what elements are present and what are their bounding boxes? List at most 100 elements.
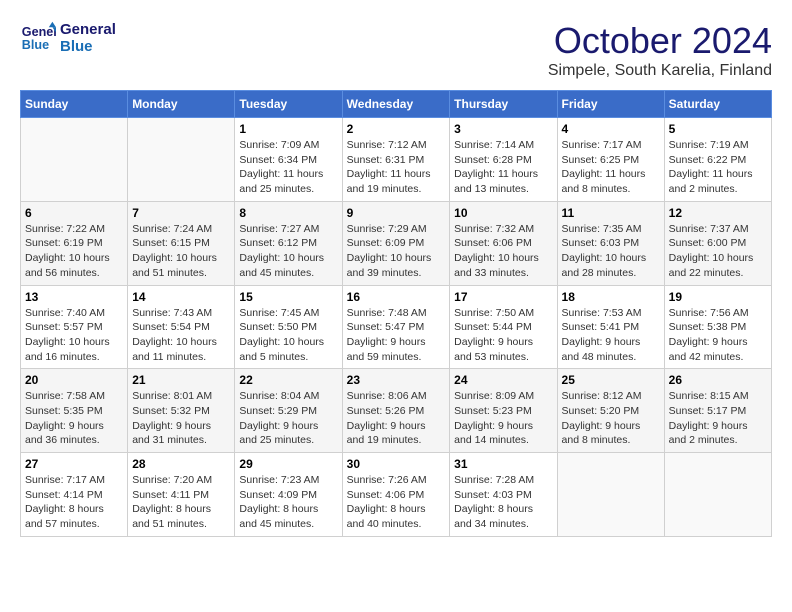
day-number: 7 bbox=[132, 206, 230, 220]
day-detail: Sunrise: 7:45 AMSunset: 5:50 PMDaylight:… bbox=[239, 306, 337, 365]
day-number: 17 bbox=[454, 290, 552, 304]
day-number: 27 bbox=[25, 457, 123, 471]
day-number: 14 bbox=[132, 290, 230, 304]
day-number: 6 bbox=[25, 206, 123, 220]
day-detail: Sunrise: 7:22 AMSunset: 6:19 PMDaylight:… bbox=[25, 222, 123, 281]
weekday-header: Saturday bbox=[664, 91, 771, 118]
day-number: 1 bbox=[239, 122, 337, 136]
calendar-cell: 2 Sunrise: 7:12 AMSunset: 6:31 PMDaylight… bbox=[342, 118, 450, 202]
calendar-cell: 17 Sunrise: 7:50 AMSunset: 5:44 PMDayligh… bbox=[450, 285, 557, 369]
calendar-cell: 27 Sunrise: 7:17 AMSunset: 4:14 PMDayligh… bbox=[21, 453, 128, 537]
day-detail: Sunrise: 7:43 AMSunset: 5:54 PMDaylight:… bbox=[132, 306, 230, 365]
calendar-table: SundayMondayTuesdayWednesdayThursdayFrid… bbox=[20, 90, 772, 537]
day-number: 2 bbox=[347, 122, 446, 136]
day-detail: Sunrise: 7:12 AMSunset: 6:31 PMDaylight:… bbox=[347, 138, 446, 197]
calendar-cell: 15 Sunrise: 7:45 AMSunset: 5:50 PMDayligh… bbox=[235, 285, 342, 369]
day-number: 26 bbox=[669, 373, 767, 387]
day-detail: Sunrise: 8:15 AMSunset: 5:17 PMDaylight:… bbox=[669, 389, 767, 448]
day-number: 3 bbox=[454, 122, 552, 136]
day-detail: Sunrise: 7:37 AMSunset: 6:00 PMDaylight:… bbox=[669, 222, 767, 281]
logo-line2: Blue bbox=[60, 38, 116, 55]
calendar-cell: 9Sunrise: 7:29 AMSunset: 6:09 PMDaylight… bbox=[342, 201, 450, 285]
day-number: 25 bbox=[562, 373, 660, 387]
calendar-cell: 12 Sunrise: 7:37 AMSunset: 6:00 PMDayligh… bbox=[664, 201, 771, 285]
day-detail: Sunrise: 8:06 AMSunset: 5:26 PMDaylight:… bbox=[347, 389, 446, 448]
day-number: 20 bbox=[25, 373, 123, 387]
day-detail: Sunrise: 7:40 AMSunset: 5:57 PMDaylight:… bbox=[25, 306, 123, 365]
day-detail: Sunrise: 7:58 AMSunset: 5:35 PMDaylight:… bbox=[25, 389, 123, 448]
title-block: October 2024 Simpele, South Karelia, Fin… bbox=[548, 20, 772, 80]
day-number: 30 bbox=[347, 457, 446, 471]
calendar-cell: 14 Sunrise: 7:43 AMSunset: 5:54 PMDayligh… bbox=[128, 285, 235, 369]
day-number: 5 bbox=[669, 122, 767, 136]
logo-icon: General Blue bbox=[20, 20, 56, 56]
svg-text:Blue: Blue bbox=[22, 38, 49, 52]
day-number: 29 bbox=[239, 457, 337, 471]
day-detail: Sunrise: 8:09 AMSunset: 5:23 PMDaylight:… bbox=[454, 389, 552, 448]
day-number: 22 bbox=[239, 373, 337, 387]
calendar-cell: 1Sunrise: 7:09 AMSunset: 6:34 PMDaylight… bbox=[235, 118, 342, 202]
calendar-cell bbox=[557, 453, 664, 537]
day-number: 28 bbox=[132, 457, 230, 471]
calendar-cell bbox=[128, 118, 235, 202]
calendar-cell: 29Sunrise: 7:23 AMSunset: 4:09 PMDayligh… bbox=[235, 453, 342, 537]
day-number: 8 bbox=[239, 206, 337, 220]
day-detail: Sunrise: 7:48 AMSunset: 5:47 PMDaylight:… bbox=[347, 306, 446, 365]
day-detail: Sunrise: 7:35 AMSunset: 6:03 PMDaylight:… bbox=[562, 222, 660, 281]
day-detail: Sunrise: 7:28 AMSunset: 4:03 PMDaylight:… bbox=[454, 473, 552, 532]
day-detail: Sunrise: 7:26 AMSunset: 4:06 PMDaylight:… bbox=[347, 473, 446, 532]
calendar-cell: 6 Sunrise: 7:22 AMSunset: 6:19 PMDaylight… bbox=[21, 201, 128, 285]
day-detail: Sunrise: 8:01 AMSunset: 5:32 PMDaylight:… bbox=[132, 389, 230, 448]
calendar-cell: 8 Sunrise: 7:27 AMSunset: 6:12 PMDaylight… bbox=[235, 201, 342, 285]
calendar-cell: 10Sunrise: 7:32 AMSunset: 6:06 PMDayligh… bbox=[450, 201, 557, 285]
day-detail: Sunrise: 7:50 AMSunset: 5:44 PMDaylight:… bbox=[454, 306, 552, 365]
day-detail: Sunrise: 7:53 AMSunset: 5:41 PMDaylight:… bbox=[562, 306, 660, 365]
day-number: 15 bbox=[239, 290, 337, 304]
calendar-cell: 16 Sunrise: 7:48 AMSunset: 5:47 PMDayligh… bbox=[342, 285, 450, 369]
calendar-week-row: 20 Sunrise: 7:58 AMSunset: 5:35 PMDayligh… bbox=[21, 369, 772, 453]
calendar-week-row: 6 Sunrise: 7:22 AMSunset: 6:19 PMDaylight… bbox=[21, 201, 772, 285]
day-detail: Sunrise: 7:24 AMSunset: 6:15 PMDaylight:… bbox=[132, 222, 230, 281]
calendar-cell: 18 Sunrise: 7:53 AMSunset: 5:41 PMDayligh… bbox=[557, 285, 664, 369]
weekday-header: Wednesday bbox=[342, 91, 450, 118]
calendar-week-row: 27 Sunrise: 7:17 AMSunset: 4:14 PMDayligh… bbox=[21, 453, 772, 537]
day-detail: Sunrise: 7:14 AMSunset: 6:28 PMDaylight:… bbox=[454, 138, 552, 197]
weekday-header: Tuesday bbox=[235, 91, 342, 118]
weekday-header: Monday bbox=[128, 91, 235, 118]
day-detail: Sunrise: 7:17 AMSunset: 4:14 PMDaylight:… bbox=[25, 473, 123, 532]
calendar-cell: 7 Sunrise: 7:24 AMSunset: 6:15 PMDaylight… bbox=[128, 201, 235, 285]
page-header: General Blue General Blue October 2024 S… bbox=[20, 20, 772, 80]
day-detail: Sunrise: 7:27 AMSunset: 6:12 PMDaylight:… bbox=[239, 222, 337, 281]
day-number: 18 bbox=[562, 290, 660, 304]
day-number: 11 bbox=[562, 206, 660, 220]
weekday-header: Friday bbox=[557, 91, 664, 118]
calendar-cell: 26 Sunrise: 8:15 AMSunset: 5:17 PMDayligh… bbox=[664, 369, 771, 453]
logo-line1: General bbox=[60, 21, 116, 38]
weekday-header: Thursday bbox=[450, 91, 557, 118]
calendar-cell: 19 Sunrise: 7:56 AMSunset: 5:38 PMDayligh… bbox=[664, 285, 771, 369]
day-number: 21 bbox=[132, 373, 230, 387]
calendar-cell bbox=[664, 453, 771, 537]
calendar-cell: 11 Sunrise: 7:35 AMSunset: 6:03 PMDayligh… bbox=[557, 201, 664, 285]
day-number: 16 bbox=[347, 290, 446, 304]
calendar-header-row: SundayMondayTuesdayWednesdayThursdayFrid… bbox=[21, 91, 772, 118]
day-number: 24 bbox=[454, 373, 552, 387]
calendar-cell: 23Sunrise: 8:06 AMSunset: 5:26 PMDayligh… bbox=[342, 369, 450, 453]
day-detail: Sunrise: 7:56 AMSunset: 5:38 PMDaylight:… bbox=[669, 306, 767, 365]
weekday-header: Sunday bbox=[21, 91, 128, 118]
day-detail: Sunrise: 7:17 AMSunset: 6:25 PMDaylight:… bbox=[562, 138, 660, 197]
location: Simpele, South Karelia, Finland bbox=[548, 62, 772, 80]
calendar-cell: 22 Sunrise: 8:04 AMSunset: 5:29 PMDayligh… bbox=[235, 369, 342, 453]
calendar-cell: 4Sunrise: 7:17 AMSunset: 6:25 PMDaylight… bbox=[557, 118, 664, 202]
calendar-cell: 20 Sunrise: 7:58 AMSunset: 5:35 PMDayligh… bbox=[21, 369, 128, 453]
calendar-cell: 21 Sunrise: 8:01 AMSunset: 5:32 PMDayligh… bbox=[128, 369, 235, 453]
day-detail: Sunrise: 8:04 AMSunset: 5:29 PMDaylight:… bbox=[239, 389, 337, 448]
calendar-cell: 31Sunrise: 7:28 AMSunset: 4:03 PMDayligh… bbox=[450, 453, 557, 537]
calendar-cell: 24 Sunrise: 8:09 AMSunset: 5:23 PMDayligh… bbox=[450, 369, 557, 453]
day-detail: Sunrise: 8:12 AMSunset: 5:20 PMDaylight:… bbox=[562, 389, 660, 448]
calendar-week-row: 13Sunrise: 7:40 AMSunset: 5:57 PMDayligh… bbox=[21, 285, 772, 369]
day-number: 19 bbox=[669, 290, 767, 304]
calendar-cell: 5Sunrise: 7:19 AMSunset: 6:22 PMDaylight… bbox=[664, 118, 771, 202]
day-number: 12 bbox=[669, 206, 767, 220]
month-title: October 2024 bbox=[548, 20, 772, 62]
